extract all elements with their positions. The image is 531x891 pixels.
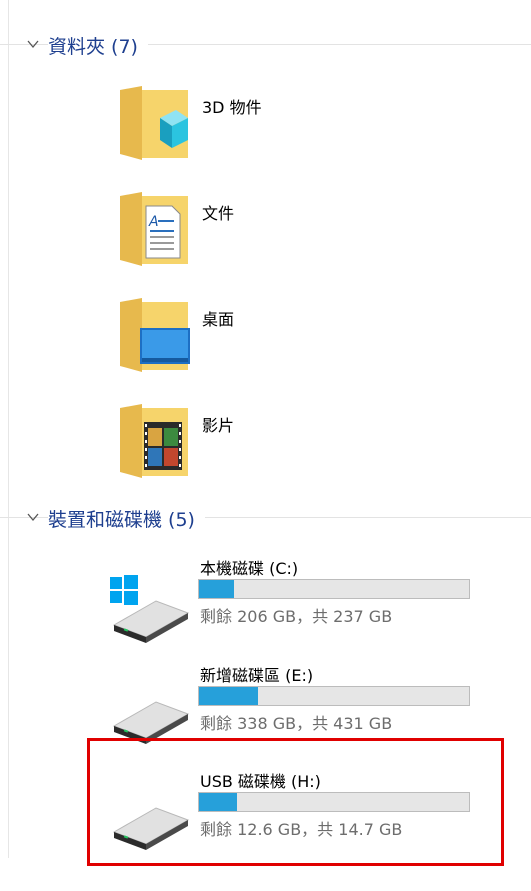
drive-free-space: 剩餘 206 GB，共 237 GB [200,607,393,626]
group-title-folders: 資料夾 (7) [48,32,148,59]
documents-icon: A [120,192,188,266]
folder-item-3d-objects[interactable]: 3D 物件 [118,84,418,174]
storage-progress-bar [198,579,470,599]
windows-drive-icon [110,575,190,643]
group-header-folders[interactable]: 資料夾 (7) [0,30,531,60]
folder-item-videos[interactable]: 影片 [118,402,418,492]
group-header-devices[interactable]: 裝置和磁碟機 (5) [0,503,531,533]
folder-name: 影片 [202,416,235,435]
videos-icon [120,404,188,478]
left-border [8,0,9,858]
selection-highlight-box [87,738,504,866]
group-title-devices: 裝置和磁碟機 (5) [48,505,205,532]
drive-name: 新增磁碟區 (E:) [200,666,314,685]
chevron-down-icon[interactable] [26,37,40,51]
svg-text:A: A [148,214,159,230]
folder-name: 文件 [202,204,235,223]
chevron-down-icon[interactable] [26,510,40,524]
folder-item-desktop[interactable]: 桌面 [118,296,418,386]
desktop-icon [120,298,190,372]
drive-name: 本機磁碟 (C:) [200,559,299,578]
drive-item-c[interactable]: 本機磁碟 (C:) 剩餘 206 GB，共 237 GB [100,555,490,653]
drive-free-space: 剩餘 338 GB，共 431 GB [200,714,393,733]
storage-used-fill [199,580,235,598]
folder-item-documents[interactable]: A 文件 [118,190,418,280]
3d-objects-icon [120,86,188,160]
storage-used-fill [199,687,259,705]
storage-progress-bar [198,686,470,706]
folder-name: 桌面 [202,310,235,329]
folder-name: 3D 物件 [202,98,262,117]
